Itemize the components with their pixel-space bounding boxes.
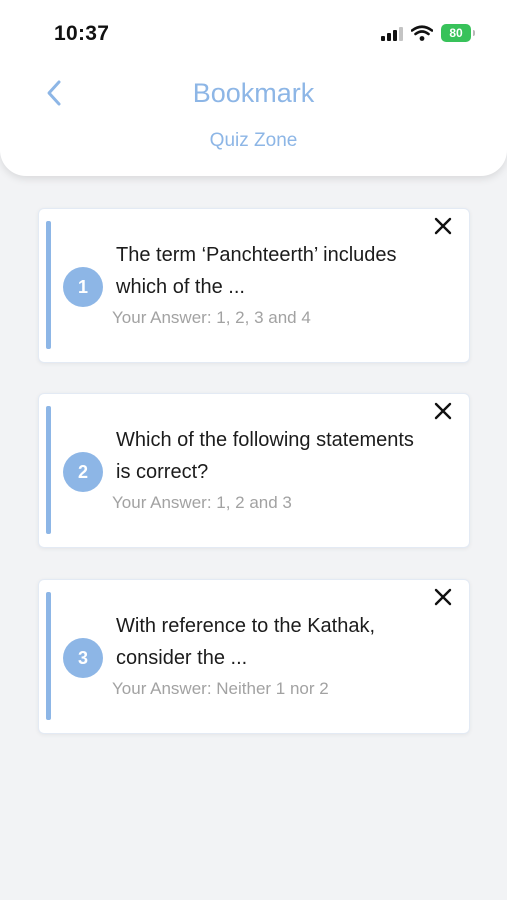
battery-icon: 80 (441, 24, 475, 42)
question-text: The term ‘Panchteerth’ includes which of… (116, 244, 397, 298)
card-accent-bar (46, 592, 51, 720)
question-number-badge: 2 (63, 452, 103, 492)
wifi-icon (411, 25, 433, 41)
card-accent-bar (46, 221, 51, 349)
question-number-badge: 1 (63, 267, 103, 307)
page-subtitle: Quiz Zone (209, 130, 298, 151)
close-icon (434, 402, 452, 420)
signal-icon (381, 25, 403, 41)
battery-level: 80 (449, 26, 463, 40)
status-icons: 80 (381, 24, 475, 42)
question-number-badge: 3 (63, 638, 103, 678)
answer-text: Your Answer: 1, 2, 3 and 4 (112, 308, 311, 327)
page-title: Bookmark (192, 78, 315, 108)
close-icon (434, 217, 452, 235)
answer-text: Your Answer: 1, 2 and 3 (112, 493, 292, 512)
bookmark-card-1[interactable]: 1 The term ‘Panchteerth’ includes which … (38, 208, 470, 363)
bookmark-card-3[interactable]: 3 With reference to the Kathak, consider… (38, 579, 470, 734)
card-accent-bar (46, 406, 51, 534)
app-header: 10:37 80 Bookmark Quiz Zone (0, 0, 507, 176)
bookmark-card-2[interactable]: 2 Which of the following statements is c… (38, 393, 470, 548)
status-time: 10:37 (54, 22, 110, 45)
remove-bookmark-button[interactable] (431, 214, 455, 238)
answer-text: Your Answer: Neither 1 nor 2 (112, 679, 329, 698)
remove-bookmark-button[interactable] (431, 399, 455, 423)
question-text: With reference to the Kathak, consider t… (116, 615, 376, 669)
remove-bookmark-button[interactable] (431, 585, 455, 609)
close-icon (434, 588, 452, 606)
question-text: Which of the following statements is cor… (116, 429, 414, 483)
